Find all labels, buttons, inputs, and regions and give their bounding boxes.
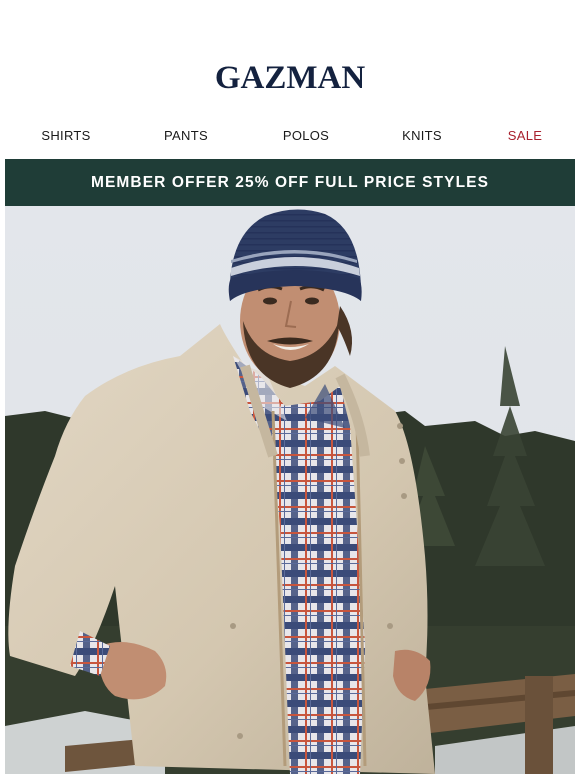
nav-item-sale[interactable]: SALE — [508, 128, 542, 143]
logo-container: GAZMAN — [0, 58, 580, 98]
banner-text: MEMBER OFFER 25% OFF FULL PRICE STYLES — [90, 173, 490, 191]
main-nav: SHIRTS PANTS POLOS KNITS SALE — [0, 128, 580, 148]
nav-item-knits[interactable]: KNITS — [402, 128, 442, 143]
brand-logo[interactable]: GAZMAN — [215, 58, 365, 98]
hero-image[interactable] — [5, 206, 575, 774]
nav-item-pants[interactable]: PANTS — [164, 128, 208, 143]
man-in-beanie-and-jacket-photo — [5, 206, 575, 774]
nav-item-polos[interactable]: POLOS — [283, 128, 329, 143]
nav-item-shirts[interactable]: SHIRTS — [41, 128, 90, 143]
member-offer-banner[interactable]: MEMBER OFFER 25% OFF FULL PRICE STYLES — [5, 159, 575, 206]
